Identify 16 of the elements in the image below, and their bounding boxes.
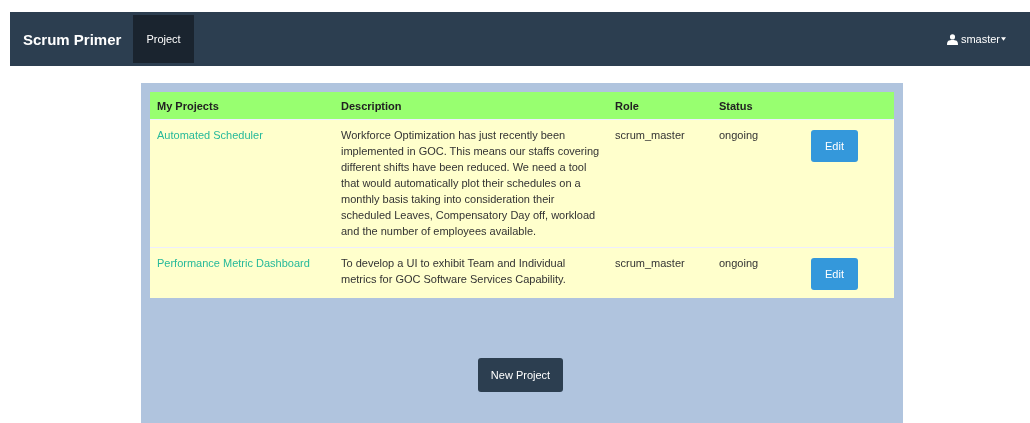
role-text: scrum_master — [615, 129, 685, 141]
role-text: scrum_master — [615, 257, 685, 269]
column-header: My Projects — [150, 92, 334, 120]
brand-title[interactable]: Scrum Primer — [10, 30, 134, 48]
user-icon — [946, 33, 958, 45]
description-text: To develop a UI to exhibit Team and Individual metrics for GOC Software Services Capability. — [341, 257, 566, 285]
status-text: ongoing — [719, 129, 759, 141]
status-text: ongoing — [719, 257, 759, 269]
new-project-button[interactable]: New Project — [477, 358, 564, 392]
caret-icon — [1001, 37, 1006, 41]
user-menu[interactable]: smaster — [960, 33, 1006, 45]
column-header: Status — [712, 92, 796, 120]
description-text: Workforce Optimization has just recently been implemented in GOC. This means our staffs covering different shifts have been reduced. We need a tool that would automatically plot their schedules on a monthly basis taking into consideration their scheduled Leaves, Compensatory Day off, workload and the number of employees available. — [341, 129, 600, 237]
column-header: Role — [608, 92, 712, 120]
nav-tab[interactable]: Project — [133, 15, 194, 63]
column-header: Description — [334, 92, 608, 120]
